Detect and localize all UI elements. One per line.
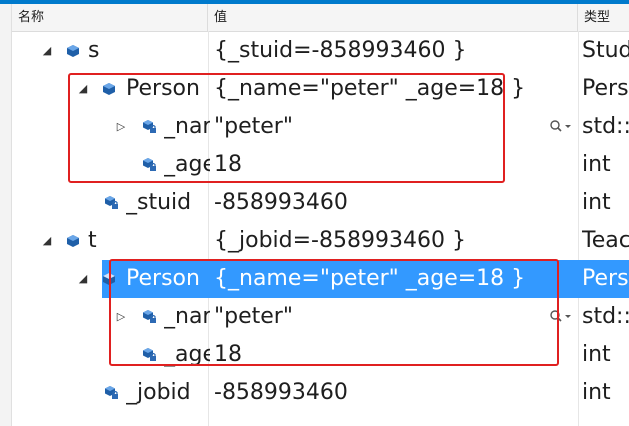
text-visualizer-icon[interactable] [548, 119, 574, 135]
expand-arrow-icon[interactable]: ◢ [76, 70, 90, 108]
row-name: _nar [164, 114, 210, 139]
collapse-arrow-icon[interactable]: ▷ [114, 298, 128, 336]
row-name: _nar [164, 304, 210, 329]
watch-row-name-s[interactable]: ▷ _nar "peter" std:: [12, 108, 629, 146]
object-icon [67, 45, 79, 57]
watch-row-name-t[interactable]: ▷ _nar "peter" std:: [12, 298, 629, 336]
text-visualizer-icon[interactable] [548, 309, 574, 325]
private-field-icon [143, 348, 156, 361]
row-name: _stuid [126, 190, 192, 215]
row-value[interactable]: {_jobid=-858993460 } [214, 222, 578, 260]
private-field-icon [143, 310, 156, 323]
row-type: int [582, 380, 611, 405]
private-field-icon [143, 120, 156, 133]
row-type: int [582, 152, 611, 177]
expand-arrow-icon[interactable]: ◢ [40, 222, 54, 260]
watch-row-t[interactable]: ◢ t {_jobid=-858993460 } Teac [12, 222, 629, 260]
row-value[interactable]: "peter" [214, 108, 544, 146]
watch-row-person-s[interactable]: ◢ Person {_name="peter" _age=18 } Pers [12, 70, 629, 108]
collapse-arrow-icon[interactable]: ▷ [114, 108, 128, 146]
row-name: _jobid [126, 380, 191, 405]
row-type: Teac [582, 228, 629, 253]
row-type: int [582, 190, 611, 215]
row-name: s [88, 38, 100, 63]
row-value[interactable]: 18 [214, 146, 578, 184]
row-value[interactable]: {_name="peter" _age=18 } [214, 70, 578, 108]
column-header: 名称 值 类型 [12, 4, 629, 32]
row-value[interactable]: {_stuid=-858993460 } [214, 32, 578, 70]
row-type: std:: [582, 304, 629, 329]
row-name: t [88, 228, 97, 253]
object-icon [103, 273, 115, 285]
header-name[interactable]: 名称 [12, 4, 208, 31]
private-field-icon [143, 158, 156, 171]
row-value[interactable]: "peter" [214, 298, 544, 336]
row-type: std:: [582, 114, 629, 139]
expand-arrow-icon[interactable]: ◢ [40, 32, 54, 70]
expand-arrow-icon[interactable]: ◢ [76, 260, 90, 298]
watch-row-person-t[interactable]: ◢ Person {_name="peter" _age=18 } Pers [12, 260, 629, 298]
row-value[interactable]: {_name="peter" _age=18 } [214, 260, 578, 298]
row-type: int [582, 342, 611, 367]
header-type[interactable]: 类型 [578, 4, 629, 31]
private-field-icon [105, 196, 118, 209]
watch-row-age-s[interactable]: _age 18 int [12, 146, 629, 184]
row-type: Pers [582, 76, 629, 101]
row-type: Pers [582, 266, 629, 291]
row-name: Person [126, 266, 200, 291]
row-name: _age [164, 342, 210, 367]
private-field-icon [105, 386, 118, 399]
row-name: _age [164, 152, 210, 177]
row-value[interactable]: -858993460 [214, 184, 578, 222]
object-icon [67, 235, 79, 247]
row-value[interactable]: 18 [214, 336, 578, 374]
watch-row-jobid[interactable]: _jobid -858993460 int [12, 374, 629, 412]
header-value[interactable]: 值 [208, 4, 578, 31]
watch-row-age-t[interactable]: _age 18 int [12, 336, 629, 374]
row-value[interactable]: -858993460 [214, 374, 578, 412]
watch-row-s[interactable]: ◢ s {_stuid=-858993460 } Stud [12, 32, 629, 70]
object-icon [103, 83, 115, 95]
watch-row-stuid[interactable]: _stuid -858993460 int [12, 184, 629, 222]
left-gutter [0, 4, 12, 426]
row-name: Person [126, 76, 200, 101]
row-type: Stud [582, 38, 629, 63]
